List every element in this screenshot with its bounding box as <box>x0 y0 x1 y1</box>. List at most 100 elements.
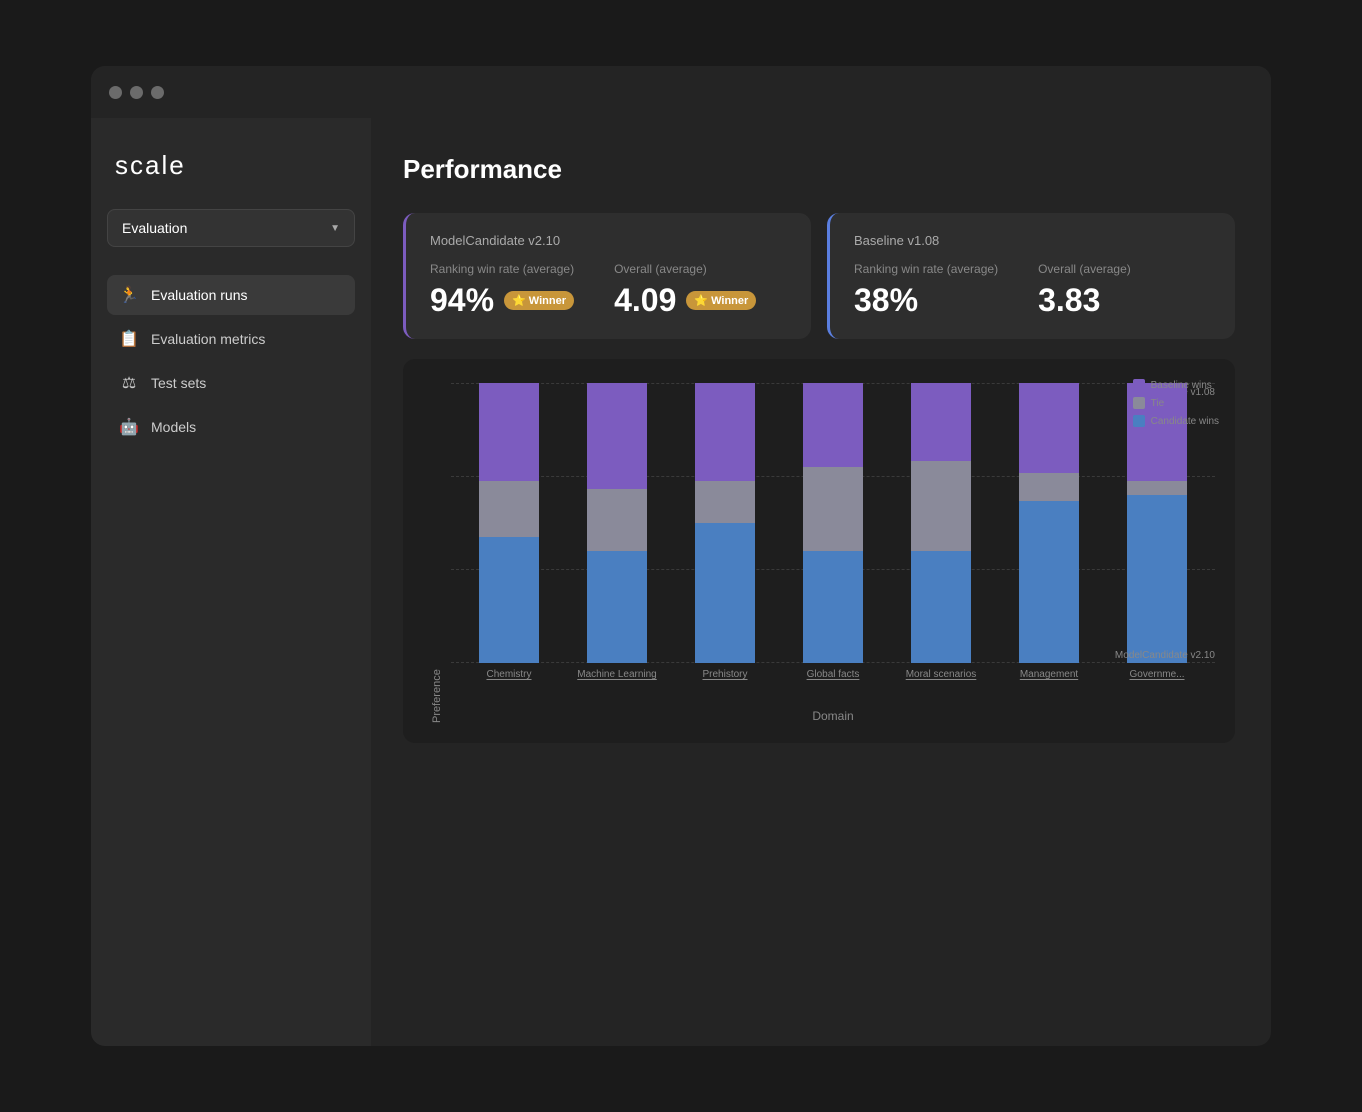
bar-segment-blue <box>1019 501 1079 663</box>
nav-item-label: Evaluation metrics <box>151 331 265 347</box>
bar-segment-blue <box>803 551 863 663</box>
bar-segment-purple <box>911 383 971 461</box>
cards-row: ModelCandidate v2.10 Ranking win rate (a… <box>403 213 1235 339</box>
x-axis-domain-label: Moral scenarios <box>893 669 989 680</box>
winner-badge: ⭐ Winner <box>504 291 574 310</box>
x-axis-domain-label: Machine Learning <box>569 669 665 680</box>
metric-value-row: 3.83 <box>1038 282 1131 319</box>
bar-segment-blue <box>695 523 755 663</box>
x-axis-domain-label: Chemistry <box>461 669 557 680</box>
chart-inner: Preference Baseline v1.08 <box>423 383 1215 723</box>
bar-stack <box>479 383 539 663</box>
evaluation-runs-icon: 🏃 <box>119 285 139 305</box>
sidebar: scale Evaluation ▼ 🏃 Evaluation runs 📋 E… <box>91 118 371 1046</box>
metric-value-row: 38% <box>854 282 998 319</box>
test-sets-icon: ⚖ <box>119 373 139 393</box>
model-card-baseline: Baseline v1.08 Ranking win rate (average… <box>827 213 1235 339</box>
metric-1: Overall (average) 4.09 ⭐ Winner <box>614 262 756 319</box>
metric-value-row: 4.09 ⭐ Winner <box>614 282 756 319</box>
evaluation-metrics-icon: 📋 <box>119 329 139 349</box>
legend-item: Candidate wins <box>1133 415 1219 427</box>
legend-item: Tie <box>1133 397 1219 409</box>
model-card-candidate: ModelCandidate v2.10 Ranking win rate (a… <box>403 213 811 339</box>
metrics-row: Ranking win rate (average) 38% Overall (… <box>854 262 1211 319</box>
bar-stack <box>695 383 755 663</box>
legend-label: Baseline wins <box>1151 380 1212 391</box>
metric-value: 94% <box>430 282 494 319</box>
bar-segment-blue <box>1127 495 1187 663</box>
x-axis-title: Domain <box>451 709 1215 723</box>
metric-label: Overall (average) <box>614 262 756 276</box>
nav-item-label: Test sets <box>151 375 206 391</box>
bar-stack <box>1019 383 1079 663</box>
legend-item: Baseline wins <box>1133 379 1219 391</box>
bar-segment-blue <box>587 551 647 663</box>
bars-section: Baseline v1.08 <box>451 383 1215 703</box>
legend-dot <box>1133 379 1145 391</box>
winner-badge: ⭐ Winner <box>686 291 756 310</box>
evaluation-dropdown[interactable]: Evaluation ▼ <box>107 209 355 247</box>
app-body: scale Evaluation ▼ 🏃 Evaluation runs 📋 E… <box>91 118 1271 1046</box>
chart-container: Preference Baseline v1.08 <box>403 359 1235 743</box>
minimize-button[interactable] <box>130 86 143 99</box>
main-content: Performance ModelCandidate v2.10 Ranking… <box>371 118 1271 1046</box>
nav-item-label: Models <box>151 419 196 435</box>
bar-stack <box>803 383 863 663</box>
bar-stack <box>587 383 647 663</box>
bar-segment-gray <box>911 461 971 551</box>
metrics-row: Ranking win rate (average) 94% ⭐ Winner … <box>430 262 787 319</box>
legend-dot <box>1133 415 1145 427</box>
metric-label: Overall (average) <box>1038 262 1131 276</box>
x-axis-labels: Chemistry Machine Learning Prehistory Globa… <box>451 663 1215 703</box>
nav-menu: 🏃 Evaluation runs 📋 Evaluation metrics ⚖… <box>107 275 355 447</box>
sidebar-item-evaluation-metrics[interactable]: 📋 Evaluation metrics <box>107 319 355 359</box>
bar-segment-gray <box>803 467 863 551</box>
sidebar-item-evaluation-runs[interactable]: 🏃 Evaluation runs <box>107 275 355 315</box>
metric-value: 3.83 <box>1038 282 1100 319</box>
x-axis-domain-label: Governme... <box>1109 669 1205 680</box>
sidebar-item-models[interactable]: 🤖 Models <box>107 407 355 447</box>
metric-label: Ranking win rate (average) <box>430 262 574 276</box>
chart-legend: Baseline wins Tie Candidate wins <box>1133 379 1219 427</box>
bar-group <box>677 383 773 663</box>
bar-segment-gray <box>1127 481 1187 495</box>
candidate-bar-label: ModelCandidate v2.10 <box>1115 650 1215 661</box>
x-axis-domain-label: Global facts <box>785 669 881 680</box>
bar-segment-blue <box>479 537 539 663</box>
bar-group <box>569 383 665 663</box>
metric-value: 4.09 <box>614 282 676 319</box>
legend-label: Candidate wins <box>1151 416 1219 427</box>
maximize-button[interactable] <box>151 86 164 99</box>
y-axis-label: Preference <box>423 383 451 723</box>
bar-segment-purple <box>1019 383 1079 473</box>
legend-label: Tie <box>1151 398 1165 409</box>
dropdown-label: Evaluation <box>122 220 187 236</box>
metric-value: 38% <box>854 282 918 319</box>
metric-label: Ranking win rate (average) <box>854 262 998 276</box>
model-name: Baseline v1.08 <box>854 233 1211 248</box>
bar-group <box>461 383 557 663</box>
bar-segment-purple <box>695 383 755 481</box>
close-button[interactable] <box>109 86 122 99</box>
logo: scale <box>107 150 355 181</box>
bar-group <box>785 383 881 663</box>
bar-group <box>893 383 989 663</box>
sidebar-item-test-sets[interactable]: ⚖ Test sets <box>107 363 355 403</box>
bar-segment-gray <box>587 489 647 551</box>
bars-row <box>451 383 1215 663</box>
metric-value-row: 94% ⭐ Winner <box>430 282 574 319</box>
x-axis-domain-label: Prehistory <box>677 669 773 680</box>
metric-0: Ranking win rate (average) 94% ⭐ Winner <box>430 262 574 319</box>
bar-segment-purple <box>587 383 647 489</box>
metric-0: Ranking win rate (average) 38% <box>854 262 998 319</box>
bar-segment-gray <box>479 481 539 537</box>
app-window: scale Evaluation ▼ 🏃 Evaluation runs 📋 E… <box>91 66 1271 1046</box>
model-name: ModelCandidate v2.10 <box>430 233 787 248</box>
titlebar <box>91 66 1271 118</box>
chart-area: Baseline v1.08 <box>451 383 1215 723</box>
bar-stack <box>911 383 971 663</box>
bar-segment-purple <box>479 383 539 481</box>
bar-segment-gray <box>1019 473 1079 501</box>
bar-segment-blue <box>911 551 971 663</box>
chevron-down-icon: ▼ <box>330 223 340 234</box>
